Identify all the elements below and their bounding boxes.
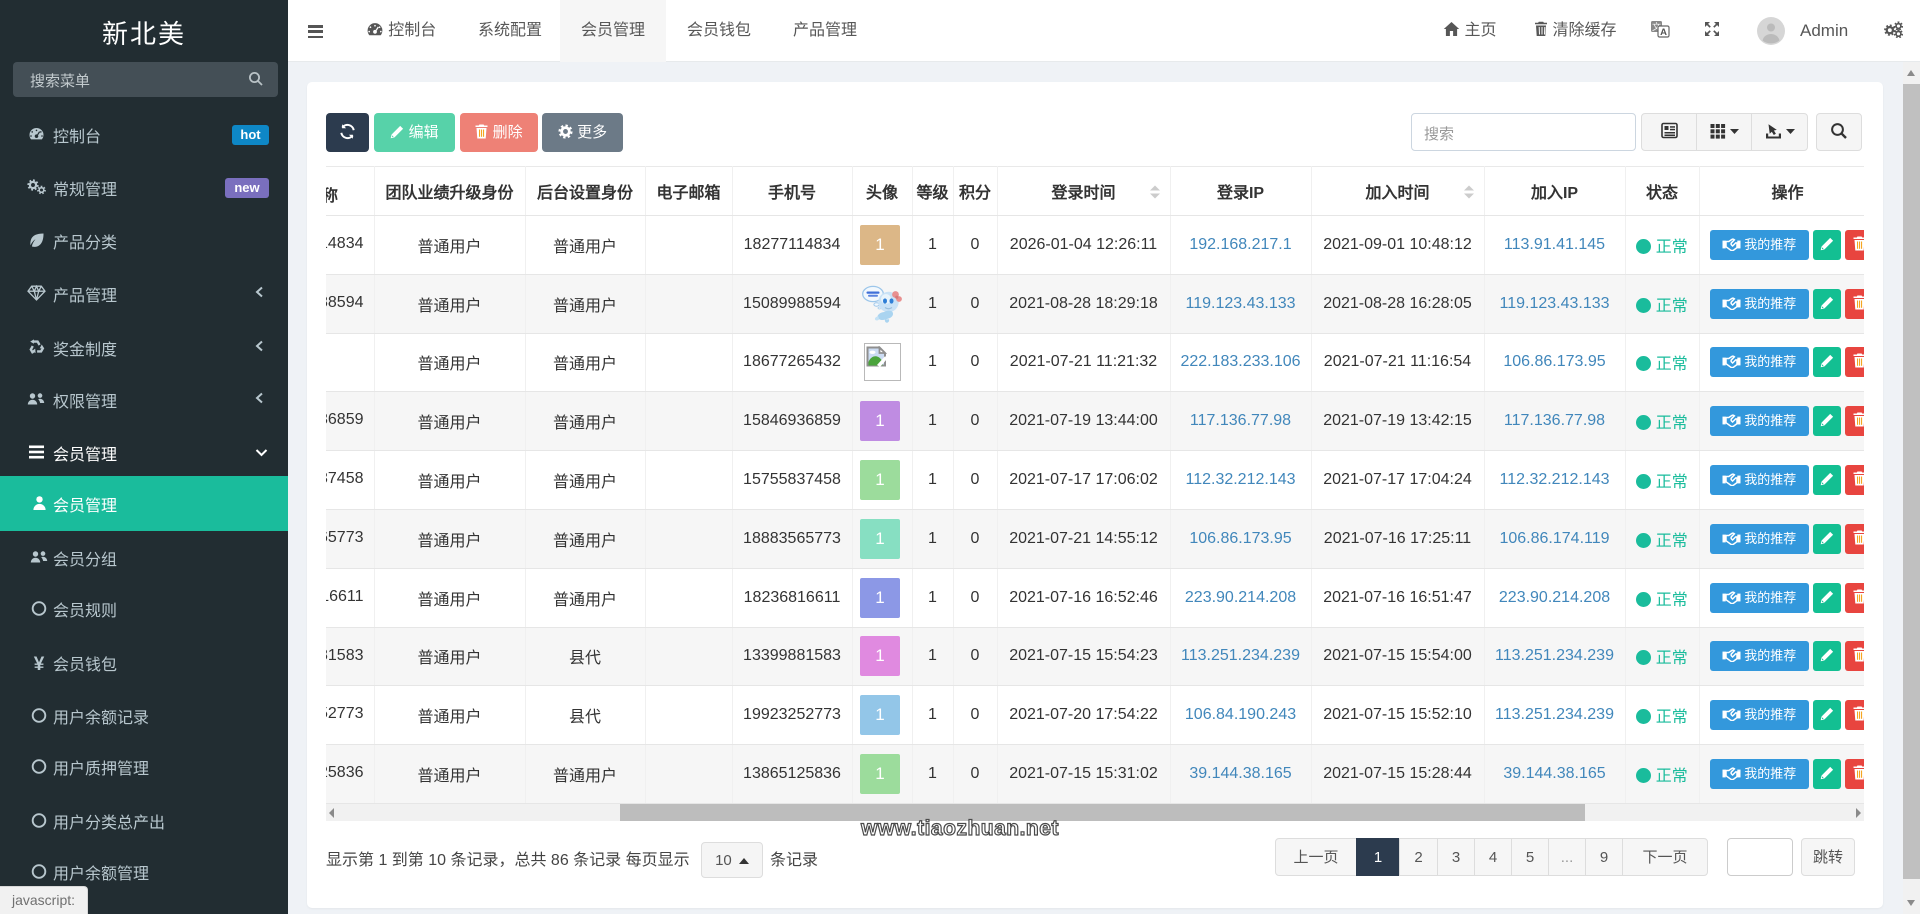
svg-text:A: A [1660,27,1667,38]
